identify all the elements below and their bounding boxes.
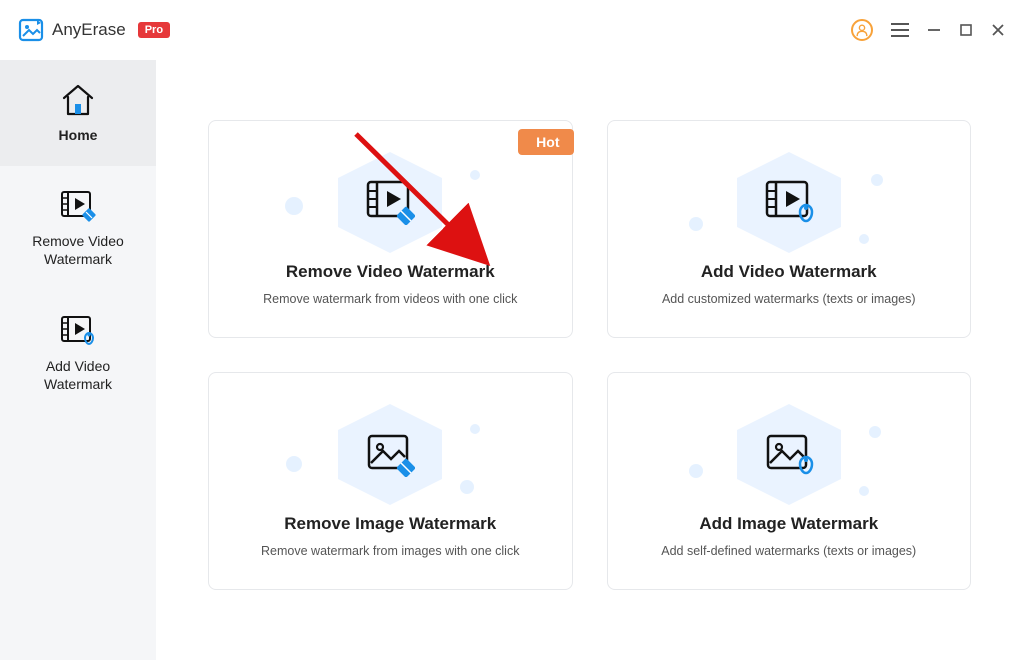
add-video-watermark-card-icon [764, 179, 814, 225]
close-icon[interactable] [991, 23, 1005, 37]
minimize-icon[interactable] [927, 23, 941, 37]
card-remove-image-watermark[interactable]: Remove Image Watermark Remove watermark … [208, 372, 573, 590]
sidebar-item-label: Remove Video Watermark [10, 232, 146, 268]
sidebar-item-remove-video[interactable]: Remove Video Watermark [0, 166, 156, 290]
card-icon-wrap [709, 404, 869, 504]
card-title: Remove Image Watermark [284, 514, 496, 534]
remove-video-watermark-icon [58, 188, 98, 224]
sidebar: Home Remove Video Watermark [0, 60, 156, 660]
app-logo-icon [18, 17, 44, 43]
sidebar-item-home[interactable]: Home [0, 60, 156, 166]
card-icon-wrap [709, 152, 869, 252]
card-desc: Add self-defined watermarks (texts or im… [661, 544, 916, 558]
card-remove-video-watermark[interactable]: Hot [208, 120, 573, 338]
main-area: Hot [156, 60, 1023, 660]
app-name: AnyErase [52, 20, 126, 40]
card-title: Add Image Watermark [699, 514, 878, 534]
card-title: Add Video Watermark [701, 262, 877, 282]
pro-badge: Pro [138, 22, 170, 38]
app-logo-block: AnyErase Pro [18, 17, 170, 43]
titlebar: AnyErase Pro [0, 0, 1023, 60]
sidebar-item-label: Home [59, 126, 98, 144]
remove-video-watermark-card-icon [365, 179, 415, 225]
menu-icon[interactable] [891, 23, 909, 37]
card-icon-wrap [310, 404, 470, 504]
card-icon-wrap [310, 152, 470, 252]
titlebar-right [851, 19, 1005, 41]
card-add-image-watermark[interactable]: Add Image Watermark Add self-defined wat… [607, 372, 972, 590]
card-add-video-watermark[interactable]: Add Video Watermark Add customized water… [607, 120, 972, 338]
card-desc: Remove watermark from videos with one cl… [263, 292, 517, 306]
account-icon[interactable] [851, 19, 873, 41]
add-video-watermark-icon [58, 313, 98, 349]
card-desc: Add customized watermarks (texts or imag… [662, 292, 916, 306]
sidebar-item-label: Add Video Watermark [10, 357, 146, 393]
card-title: Remove Video Watermark [286, 262, 495, 282]
sidebar-item-add-video[interactable]: Add Video Watermark [0, 291, 156, 415]
add-image-watermark-card-icon [764, 431, 814, 477]
remove-image-watermark-card-icon [365, 431, 415, 477]
home-icon [58, 82, 98, 118]
card-desc: Remove watermark from images with one cl… [261, 544, 519, 558]
hot-badge: Hot [518, 129, 573, 155]
maximize-icon[interactable] [959, 23, 973, 37]
